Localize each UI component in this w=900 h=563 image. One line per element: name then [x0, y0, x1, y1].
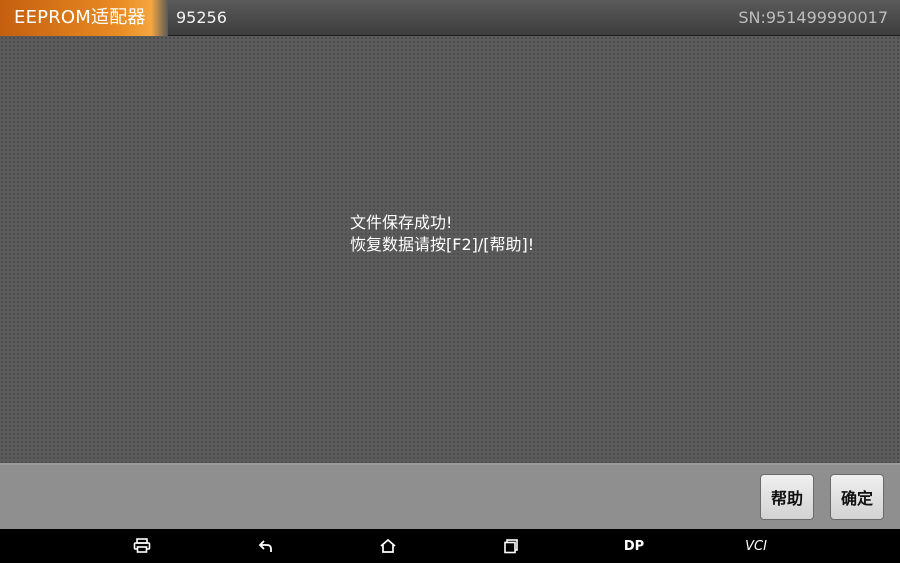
serial-number: SN:951499990017 [738, 8, 888, 27]
recent-apps-icon[interactable] [491, 529, 531, 563]
screen: EEPROM适配器 95256 SN:951499990017 文件保存成功! … [0, 0, 900, 563]
help-button[interactable]: 帮助 [760, 474, 814, 520]
back-icon[interactable] [246, 529, 286, 563]
dp-button[interactable]: DP [614, 529, 654, 563]
status-message: 文件保存成功! 恢复数据请按[F2]/[帮助]! [350, 212, 534, 256]
message-area: 文件保存成功! 恢复数据请按[F2]/[帮助]! [0, 36, 900, 465]
action-bar: 帮助 确定 [0, 465, 900, 529]
confirm-button[interactable]: 确定 [830, 474, 884, 520]
vci-indicator[interactable]: VCI [736, 529, 776, 563]
system-nav-bar: DP VCI [0, 529, 900, 563]
print-icon[interactable] [122, 529, 162, 563]
app-title: EEPROM适配器 [0, 0, 168, 36]
module-id: 95256 [176, 8, 227, 27]
message-line-1: 文件保存成功! [350, 213, 453, 232]
message-line-2: 恢复数据请按[F2]/[帮助]! [350, 235, 535, 254]
title-bar: EEPROM适配器 95256 SN:951499990017 [0, 0, 900, 36]
home-icon[interactable] [368, 529, 408, 563]
